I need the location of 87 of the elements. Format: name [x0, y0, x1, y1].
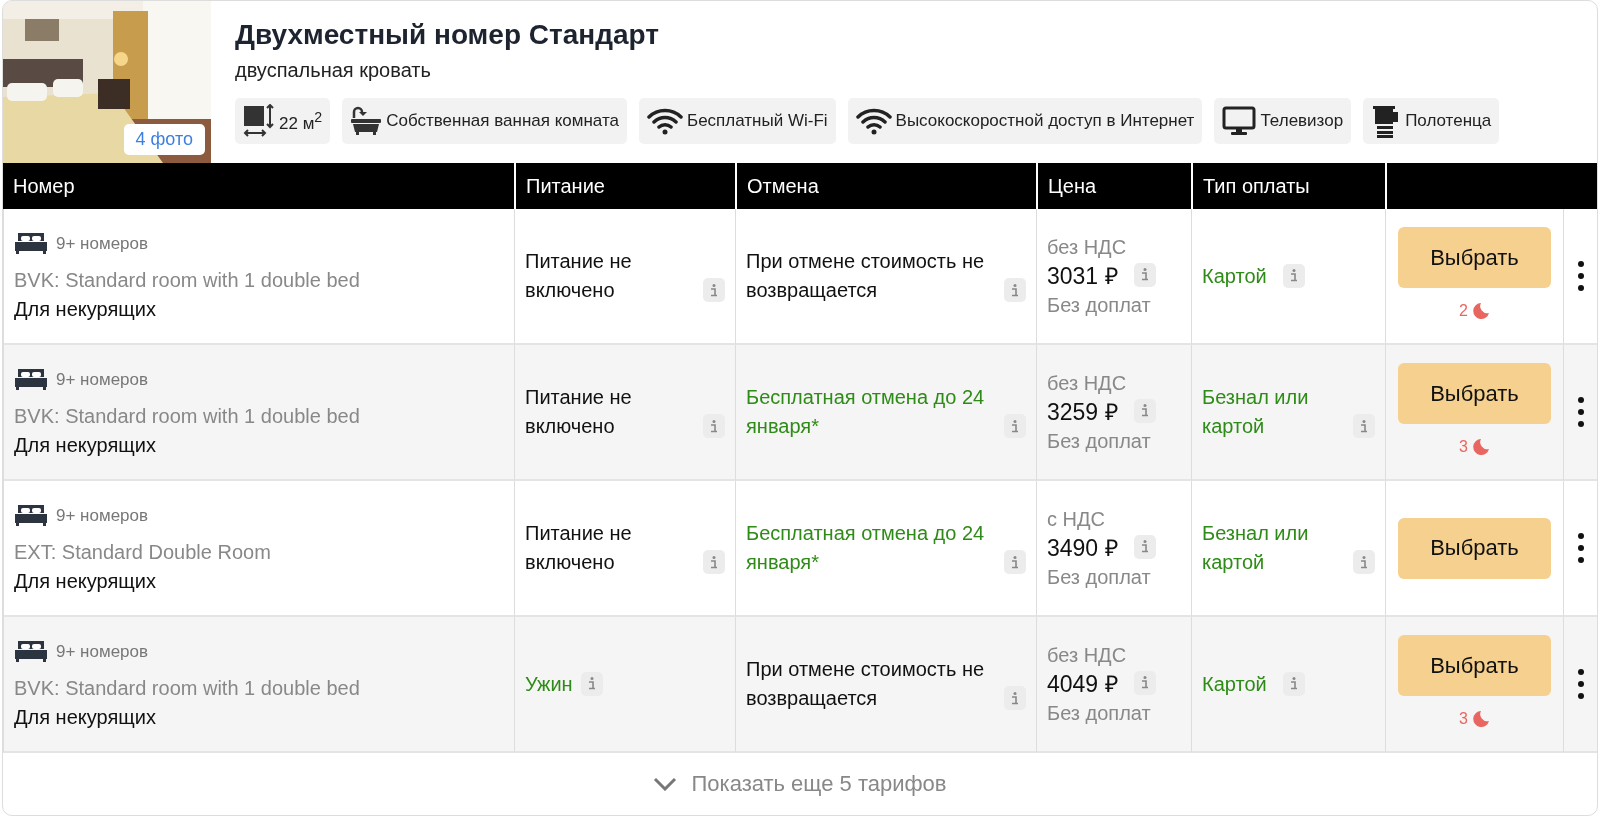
info-icon[interactable] [1133, 534, 1156, 559]
surcharge-text: Без доплат [1047, 700, 1151, 726]
room-note: Для некурящих [14, 704, 156, 730]
column-header: Цена [1036, 163, 1191, 209]
room-note: Для некурящих [14, 296, 156, 322]
vat-label: без НДС [1047, 642, 1127, 668]
price: 3490 ₽ [1047, 533, 1118, 563]
info-icon[interactable] [580, 671, 603, 696]
amenity-label: 22 м$^{2}$ [279, 108, 323, 134]
meal-text: Питание не включено [525, 521, 633, 575]
photos-button[interactable]: 4 фото [123, 124, 205, 155]
price: 3259 ₽ [1047, 397, 1118, 427]
monitor-icon [1222, 106, 1257, 136]
room-note: Для некурящих [14, 432, 156, 458]
select-button[interactable]: Выбрать [1398, 635, 1551, 696]
surcharge-text: Без доплат [1047, 428, 1151, 454]
info-icon[interactable] [1004, 686, 1026, 710]
room-name: BVK: Standard room with 1 double bed [14, 675, 360, 701]
column-header: Питание [514, 163, 735, 209]
price: 4049 ₽ [1047, 669, 1118, 699]
vat-label: без НДС [1047, 370, 1127, 396]
bathtub-icon [350, 106, 383, 136]
amenity-label: Телевизор [1260, 111, 1344, 131]
info-icon[interactable] [1282, 671, 1305, 696]
vat-label: без НДС [1047, 234, 1127, 260]
payment-text: Картой [1202, 263, 1267, 289]
info-icon[interactable] [703, 278, 725, 302]
select-button[interactable]: Выбрать [1398, 227, 1551, 288]
cancellation-text: При отмене стоимость не возвращается [746, 249, 986, 303]
cancellation-text: Бесплатная отмена до 24 января* [746, 521, 986, 575]
wifi-icon [646, 107, 683, 135]
surcharge-text: Без доплат [1047, 564, 1151, 590]
info-icon[interactable] [703, 414, 725, 438]
meal-text: Питание не включено [525, 385, 633, 439]
info-icon[interactable] [1004, 278, 1026, 302]
room-note: Для некурящих [14, 568, 156, 594]
chevron-down-icon [653, 777, 678, 791]
moon-icon [1471, 437, 1490, 456]
surcharge-text: Без доплат [1047, 292, 1151, 318]
show-more-button[interactable]: Показать еще 5 тарифов [647, 770, 953, 798]
meal-text: Питание не включено [525, 249, 633, 303]
info-icon[interactable] [1353, 414, 1375, 438]
payment-text: Безнал или картой [1202, 385, 1310, 439]
column-header: Отмена [735, 163, 1036, 209]
select-button[interactable]: Выбрать [1398, 363, 1551, 424]
room-name: BVK: Standard room with 1 double bed [14, 403, 360, 429]
meal-text: Ужин [525, 671, 573, 697]
nights-count: 3 [1459, 709, 1468, 729]
bed-icon [14, 231, 48, 255]
info-icon[interactable] [1353, 550, 1375, 574]
amenity-label: Бесплатный Wi-Fi [686, 111, 828, 131]
price: 3031 ₽ [1047, 261, 1118, 291]
amenity-label: Полотенца [1405, 111, 1492, 131]
payment-text: Безнал или картой [1202, 521, 1310, 575]
bed-icon [14, 639, 48, 663]
column-header: Тип оплаты [1191, 163, 1385, 209]
vat-label: с НДС [1047, 506, 1105, 532]
wifi-icon [855, 107, 892, 135]
column-header: Номер [3, 163, 514, 209]
payment-text: Картой [1202, 671, 1267, 697]
info-icon[interactable] [1133, 262, 1156, 287]
availability-text: 9+ номеров [56, 504, 149, 527]
room-name: EXT: Standard Double Room [14, 539, 271, 565]
select-button[interactable]: Выбрать [1398, 517, 1551, 579]
amenity-label: Собственная ванная комната [386, 111, 619, 131]
moon-icon [1471, 301, 1490, 320]
info-icon[interactable] [1133, 670, 1156, 695]
room-name: BVK: Standard room with 1 double bed [14, 267, 360, 293]
nights-count: 3 [1459, 437, 1468, 457]
info-icon[interactable] [1282, 263, 1305, 288]
amenity-label: Высокоскоростной доступ в Интернет [895, 111, 1195, 131]
cancellation-text: При отмене стоимость не возвращается [746, 657, 986, 711]
info-icon[interactable] [1004, 414, 1026, 438]
nights-count: 2 [1459, 301, 1468, 321]
bed-icon [14, 367, 48, 391]
moon-icon [1471, 709, 1490, 728]
info-icon[interactable] [703, 550, 725, 574]
info-icon[interactable] [1133, 398, 1156, 423]
area-icon [243, 104, 275, 138]
availability-text: 9+ номеров [56, 232, 149, 255]
availability-text: 9+ номеров [56, 640, 149, 663]
room-subtitle: двуспальная кровать [235, 59, 431, 82]
info-icon[interactable] [1004, 550, 1026, 574]
cancellation-text: Бесплатная отмена до 24 января* [746, 385, 986, 439]
availability-text: 9+ номеров [56, 368, 149, 391]
room-title: Двухместный номер Стандарт [235, 19, 659, 51]
bed-icon [14, 503, 48, 527]
